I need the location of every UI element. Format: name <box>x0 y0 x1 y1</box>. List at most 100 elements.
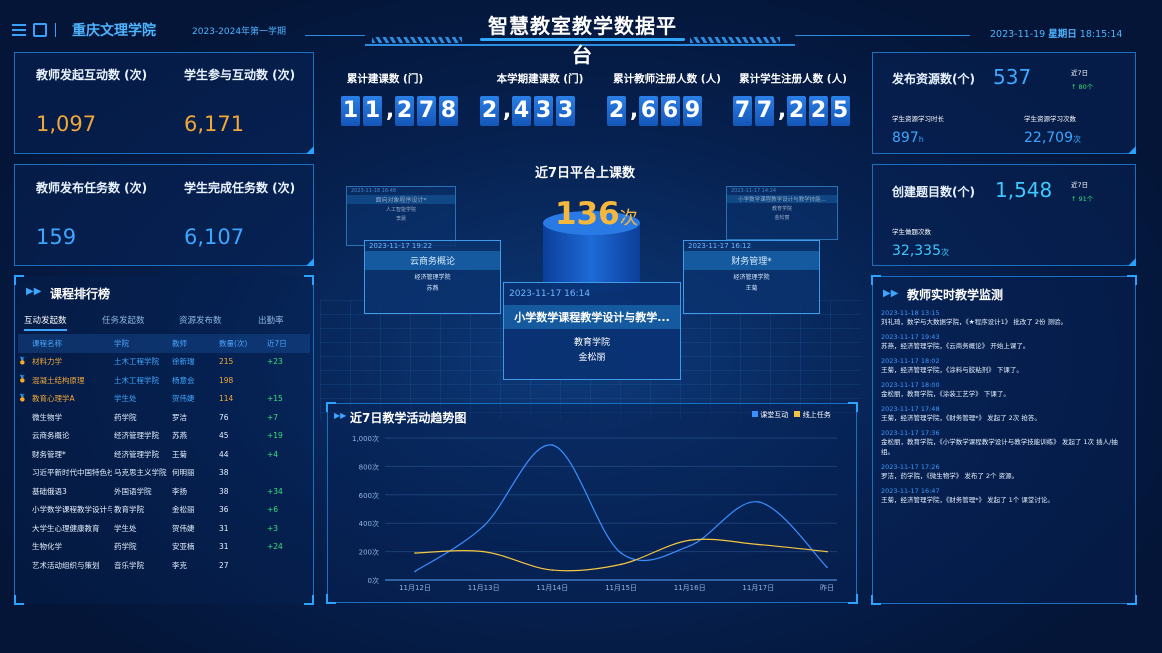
student-task-value: 6,107 <box>184 225 245 249</box>
title-underline <box>480 38 685 41</box>
digit-tile: 4 <box>512 96 531 126</box>
topic-7d-value: ↑ 91个 <box>1071 195 1094 203</box>
course-cell: 大学生心理健康教育 <box>32 523 100 533</box>
x-tick-label: 11月15日 <box>605 584 637 592</box>
data-point <box>620 552 622 554</box>
card-teacher: 苏燕 <box>426 285 439 292</box>
table-row[interactable]: 小学数学课程教学设计与...教育学院 金松丽 36 +6 <box>18 501 310 520</box>
col-course: 课程名称 <box>32 338 62 348</box>
digit-tile: 2 <box>607 96 626 126</box>
card-teacher: 金松丽 <box>578 353 606 363</box>
feed-time: 2023-11-17 16:47 <box>881 487 940 495</box>
answer-label: 学生做题次数 <box>892 228 931 236</box>
card-teacher: 王菊 <box>745 285 758 292</box>
class-card-4[interactable]: 2023-11-17 16:12 财务管理* 经济管理学院 王菊 <box>683 240 820 314</box>
data-point <box>551 569 554 571</box>
table-row[interactable]: 微生物学 药学院 罗洁 76 +7 <box>18 408 310 427</box>
digit-tile: 6 <box>661 96 680 126</box>
class-card-1[interactable]: 2023-11-18 16:48 面向对象程序设计* 人工智能学院 李晨 <box>346 186 456 246</box>
feed-text: 王菊，经济管理学院，《财务管理*》 发起了 1个 课堂讨论。 <box>881 496 1054 504</box>
class-card-main[interactable]: 2023-11-17 16:14 小学数学课程教学设计与教学... 教育学院 金… <box>503 282 681 380</box>
count-cell: 215 <box>219 357 234 367</box>
total-digits: 2,669 <box>607 96 705 126</box>
recent-cell: +6 <box>267 505 279 515</box>
tab-task[interactable]: 任务发起数 <box>102 314 145 326</box>
legend-task: 线上任务 <box>802 411 831 419</box>
center-unit: 次 <box>619 208 638 229</box>
teacher-cell: 苏燕 <box>172 431 187 441</box>
teacher-cell: 贺伟婕 <box>172 523 195 533</box>
answer: 32,335次 <box>892 240 949 259</box>
digit-tile: 7 <box>733 96 752 126</box>
resource-7d-label: 近7日 <box>1071 69 1089 77</box>
recent-cell: +3 <box>267 523 279 533</box>
table-row[interactable]: 基础俄语3 外国语学院 李扬 38 +34 <box>18 482 310 501</box>
menu-icon[interactable] <box>12 24 26 36</box>
feed-time: 2023-11-17 19:43 <box>881 333 940 341</box>
college-cell: 学生处 <box>114 394 137 404</box>
table-row[interactable]: 大学生心理健康教育 学生处 贺伟婕 31 +3 <box>18 519 310 538</box>
digit-tile: 9 <box>683 96 702 126</box>
college-cell: 土木工程学院 <box>114 357 159 367</box>
card-teacher: 李晨 <box>395 216 406 222</box>
class-card-2[interactable]: 2023-11-17 19:22 云商务概论 经济管理学院 苏燕 <box>364 240 501 314</box>
course-cell: 🏅 教育心理学A <box>18 393 75 404</box>
card-course: 小学数学课程教学设计与教学... <box>504 305 680 329</box>
medal-icon: 🏅 <box>18 356 27 365</box>
feed-time: 2023-11-17 17:36 <box>881 429 940 437</box>
col-college: 学院 <box>114 338 129 348</box>
course-cell: 财务管理* <box>32 449 66 459</box>
feed-time: 2023-11-17 17:26 <box>881 463 940 471</box>
ranking-title: 课程排行榜 <box>50 287 111 301</box>
header-line-right <box>795 35 970 36</box>
tab-interact[interactable]: 互动发起数 <box>24 314 67 331</box>
count-cell: 31 <box>219 542 229 552</box>
data-point <box>482 550 485 553</box>
table-row[interactable]: 财务管理* 经济管理学院 王菊 44 +4 <box>18 445 310 464</box>
digit-tile: 2 <box>395 96 414 126</box>
count-cell: 27 <box>219 560 229 570</box>
teacher-cell: 徐新瑞 <box>172 357 195 367</box>
col-teacher: 教师 <box>172 338 187 348</box>
course-cell: 基础俄语3 <box>32 486 67 496</box>
study-count-label: 学生资源学习次数 <box>1024 115 1076 123</box>
center-value: 136次 <box>555 196 638 232</box>
digit-separator: , <box>629 98 639 123</box>
total-digits: 2,433 <box>480 96 578 126</box>
tab-resource[interactable]: 资源发布数 <box>179 314 222 326</box>
table-row[interactable]: 云商务概论 经济管理学院 苏燕 45 +19 <box>18 427 310 446</box>
x-tick-label: 11月17日 <box>742 584 774 592</box>
table-row[interactable]: 艺术活动组织与策划 音乐学院 李克 27 <box>18 556 310 575</box>
college-cell: 马克思主义学院 <box>114 468 167 478</box>
date: 2023-11-19 <box>990 29 1046 40</box>
teacher-cell: 王菊 <box>172 449 187 459</box>
student-interact-label: 学生参与互动数 (次) <box>184 68 296 82</box>
table-row[interactable]: 🏅 教育心理学A 学生处 贺伟婕 114 +15 <box>18 390 310 409</box>
digit-tile: 7 <box>417 96 436 126</box>
table-row[interactable]: 🏅 材料力学 土木工程学院 徐新瑞 215 +23 <box>18 353 310 372</box>
x-tick-label: 昨日 <box>820 583 834 592</box>
feed-text: 金松丽，教育学院，《涂装工艺学》 下课了。 <box>881 390 1010 398</box>
fullscreen-icon[interactable] <box>33 23 47 37</box>
table-row[interactable]: 🏅 混凝土结构原理 土木工程学院 杨意会 198 <box>18 371 310 390</box>
data-point <box>551 444 554 446</box>
teacher-cell: 何明丽 <box>172 468 195 478</box>
count-cell: 198 <box>219 375 234 385</box>
card-time: 2023-11-17 16:12 <box>688 242 752 250</box>
weekday: 星期日 <box>1048 29 1077 40</box>
feed-text: 王菊，经济管理学院，《涂料与胶粘剂》 下课了。 <box>881 366 1023 374</box>
study-time-label: 学生资源学习时长 <box>892 115 944 123</box>
class-card-5[interactable]: 2023-11-17 14:24 小学数学课程教学设计与教学技能... 教育学院… <box>726 186 838 240</box>
table-row[interactable]: 习近平新时代中国特色社...马克思主义学院何明丽 38 <box>18 464 310 483</box>
tab-attendance[interactable]: 出勤率 <box>258 314 284 326</box>
college-cell: 教育学院 <box>114 505 144 515</box>
center-title: 近7日平台上课数 <box>534 166 636 181</box>
total-label: 本学期建课数 (门) <box>496 73 584 85</box>
card-time: 2023-11-17 19:22 <box>369 242 433 250</box>
course-cell: 微生物学 <box>32 412 62 422</box>
data-point <box>620 563 622 566</box>
feed-time: 2023-11-17 17:48 <box>881 405 940 413</box>
card-dept: 人工智能学院 <box>385 207 416 213</box>
table-row[interactable]: 生物化学 药学院 安亚楠 31 +24 <box>18 538 310 557</box>
stripes-right <box>690 37 780 43</box>
